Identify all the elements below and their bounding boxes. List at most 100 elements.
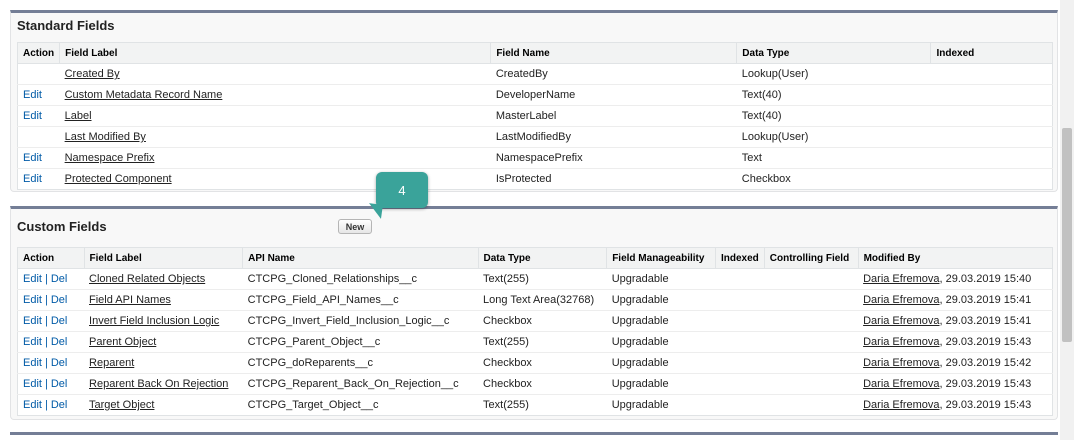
- manageability-cell: Upgradable: [606, 352, 716, 374]
- standard-header-row: Action Field Label Field Name Data Type …: [17, 42, 1053, 64]
- edit-link[interactable]: Edit: [23, 89, 42, 101]
- manageability-cell: Upgradable: [606, 310, 716, 332]
- edit-link[interactable]: Edit: [23, 399, 42, 411]
- data-type-cell: Checkbox: [478, 373, 607, 395]
- callout-pointer: [367, 203, 383, 219]
- field-label-link[interactable]: Last Modified By: [65, 131, 146, 143]
- edit-link[interactable]: Edit: [23, 336, 42, 348]
- field-label-cell: Label: [59, 105, 491, 127]
- action-separator: |: [44, 294, 48, 306]
- delete-link[interactable]: Del: [51, 315, 68, 327]
- delete-link[interactable]: Del: [51, 378, 68, 390]
- indexed-cell: [715, 310, 765, 332]
- edit-link[interactable]: Edit: [23, 152, 42, 164]
- manageability-cell: Upgradable: [606, 289, 716, 311]
- indexed-cell: [931, 169, 1053, 190]
- delete-link[interactable]: Del: [51, 336, 68, 348]
- field-label-link[interactable]: Cloned Related Objects: [89, 273, 205, 285]
- field-label-link[interactable]: Invert Field Inclusion Logic: [89, 315, 219, 327]
- modified-by-user-link[interactable]: Daria Efremova: [863, 315, 939, 327]
- data-type-cell: Long Text Area(32768): [478, 289, 607, 311]
- col-header: Action: [17, 42, 61, 64]
- indexed-cell: [715, 268, 765, 290]
- field-name-cell: CreatedBy: [490, 63, 737, 85]
- modified-by-user-link[interactable]: Daria Efremova: [863, 378, 939, 390]
- edit-link[interactable]: Edit: [23, 294, 42, 306]
- custom-header-row: Action Field Label API Name Data Type Fi…: [17, 247, 1053, 269]
- modified-by-user-link[interactable]: Daria Efremova: [863, 399, 939, 411]
- modified-date: , 29.03.2019 15:41: [939, 315, 1032, 327]
- modified-by-user-link[interactable]: Daria Efremova: [863, 273, 939, 285]
- col-header: API Name: [242, 247, 479, 269]
- field-label-link[interactable]: Label: [65, 110, 92, 122]
- indexed-cell: [930, 126, 1053, 148]
- edit-link[interactable]: Edit: [23, 378, 42, 390]
- col-header: Indexed: [715, 247, 765, 269]
- modified-by-cell: Daria Efremova, 29.03.2019 15:41: [858, 289, 1053, 311]
- field-name-cell: MasterLabel: [490, 105, 737, 127]
- modified-by-user-link[interactable]: Daria Efremova: [863, 336, 939, 348]
- delete-link[interactable]: Del: [51, 399, 68, 411]
- delete-link[interactable]: Del: [51, 357, 68, 369]
- standard-fields-title: Standard Fields: [17, 18, 115, 33]
- field-label-link[interactable]: Field API Names: [89, 294, 171, 306]
- edit-link[interactable]: Edit: [23, 110, 42, 122]
- table-row: Edit | Del Parent Object CTCPG_Parent_Object…: [17, 331, 1053, 353]
- modified-date: , 29.03.2019 15:43: [939, 336, 1032, 348]
- action-cell: Edit: [17, 105, 60, 127]
- field-name-cell: DeveloperName: [490, 84, 737, 106]
- modified-by-user-link[interactable]: Daria Efremova: [863, 357, 939, 369]
- modified-date: , 29.03.2019 15:43: [939, 399, 1032, 411]
- table-row: Edit | Del Field API Names CTCPG_Field_API_N…: [17, 289, 1053, 311]
- data-type-cell: Lookup(User): [736, 126, 931, 148]
- delete-link[interactable]: Del: [51, 294, 68, 306]
- modified-date: , 29.03.2019 15:41: [939, 294, 1032, 306]
- scrollbar-thumb[interactable]: [1062, 128, 1072, 342]
- controlling-field-cell: [764, 331, 859, 353]
- api-name-cell: CTCPG_Invert_Field_Inclusion_Logic__c: [242, 310, 479, 332]
- manageability-cell: Upgradable: [606, 373, 716, 395]
- edit-link[interactable]: Edit: [23, 173, 42, 185]
- col-header: Controlling Field: [764, 247, 859, 269]
- field-label-link[interactable]: Protected Component: [65, 173, 172, 185]
- api-name-cell: CTCPG_Field_API_Names__c: [242, 289, 479, 311]
- delete-link[interactable]: Del: [51, 273, 68, 285]
- field-label-cell: Target Object: [84, 395, 243, 416]
- modified-by-cell: Daria Efremova, 29.03.2019 15:42: [858, 352, 1053, 374]
- edit-link[interactable]: Edit: [23, 273, 42, 285]
- col-header: Action: [17, 247, 85, 269]
- field-label-cell: Cloned Related Objects: [84, 268, 243, 290]
- standard-fields-table: Action Field Label Field Name Data Type …: [17, 42, 1053, 190]
- field-label-link[interactable]: Parent Object: [89, 336, 156, 348]
- table-row: Edit Label MasterLabel Text(40): [17, 105, 1053, 127]
- field-label-link[interactable]: Reparent Back On Rejection: [89, 378, 228, 390]
- action-cell: Edit | Del: [17, 289, 85, 311]
- field-name-cell: IsProtected: [495, 173, 552, 185]
- table-row: Edit | Del Invert Field Inclusion Logic CTCP…: [17, 310, 1053, 332]
- field-name-cell: NamespacePrefix: [490, 147, 737, 169]
- custom-fields-table: Action Field Label API Name Data Type Fi…: [17, 247, 1053, 416]
- field-label-link[interactable]: Target Object: [89, 399, 154, 411]
- indexed-cell: [715, 331, 765, 353]
- field-label-link[interactable]: Namespace Prefix: [65, 152, 155, 164]
- modified-by-user-link[interactable]: Daria Efremova: [863, 294, 939, 306]
- controlling-field-cell: [764, 352, 859, 374]
- action-cell: [17, 63, 60, 85]
- field-label-link[interactable]: Created By: [65, 68, 120, 80]
- data-type-cell: Checkbox: [478, 352, 607, 374]
- modified-by-cell: Daria Efremova, 29.03.2019 15:40: [858, 268, 1053, 290]
- field-label-cell: Reparent Back On Rejection: [84, 373, 243, 395]
- data-type-cell: Text: [736, 147, 931, 169]
- new-field-button[interactable]: New: [338, 219, 372, 234]
- next-section-border: [10, 432, 1058, 435]
- data-type-cell: Text(255): [478, 268, 607, 290]
- vertical-scrollbar[interactable]: [1060, 0, 1074, 440]
- action-separator: |: [44, 336, 48, 348]
- field-label-cell: Parent Object: [84, 331, 243, 353]
- edit-link[interactable]: Edit: [23, 357, 42, 369]
- action-separator: |: [44, 273, 48, 285]
- edit-link[interactable]: Edit: [23, 315, 42, 327]
- field-label-link[interactable]: Custom Metadata Record Name: [65, 89, 223, 101]
- data-type-cell: Text(40): [736, 84, 931, 106]
- field-label-link[interactable]: Reparent: [89, 357, 134, 369]
